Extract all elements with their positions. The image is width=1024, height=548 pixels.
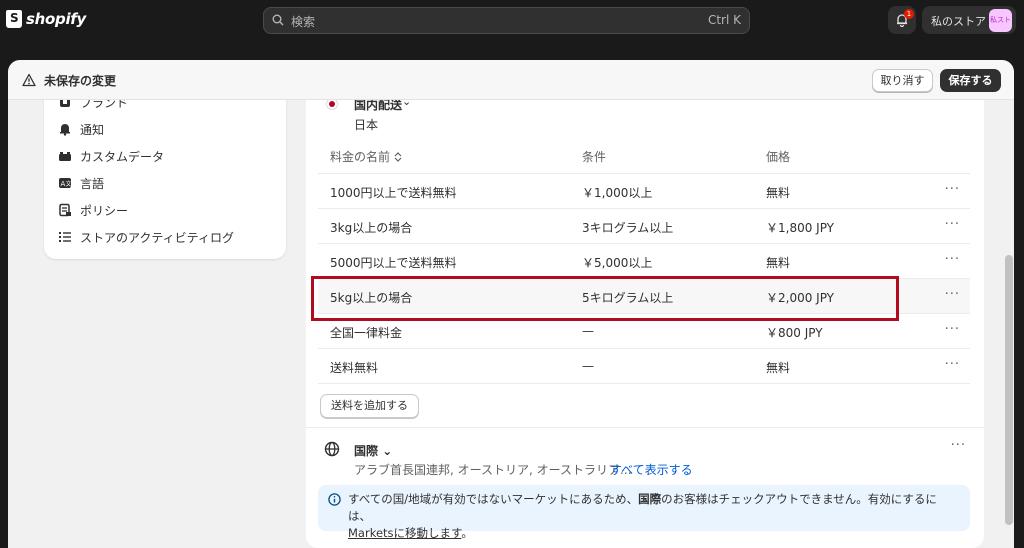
domestic-zone-country: 日本 [354,118,379,132]
notifications-button[interactable]: 1 [888,6,916,34]
search-shortcut: Ctrl K [707,13,741,27]
settings-sidebar: ブランド 通知 カスタムデータ A文 言語 ポリシー ストアのアクティビティログ [44,88,286,259]
header-price: 価格 [766,150,791,164]
more-actions-icon[interactable]: ··· [945,252,960,267]
unsaved-changes-bar: 未保存の変更 取り消す 保存する [8,60,1014,100]
sidebar-item-label: ストアのアクティビティログ [80,230,234,245]
info-banner: すべての国/地域が有効ではないマーケットにあるため、国際のお客様はチェックアウト… [318,485,970,540]
table-row[interactable]: 3kg以上の場合 3キログラム以上 ￥1,800 JPY ··· [318,209,970,244]
rate-price: ￥800 JPY [766,326,823,340]
table-header: 料金の名前 条件 価格 [318,136,970,174]
rate-price: 無料 [766,256,791,270]
bell-icon [60,124,70,136]
discard-button[interactable]: 取り消す [872,69,933,92]
sidebar-item-label: カスタムデータ [80,149,165,164]
top-bar: shopify 検索 Ctrl K 1 私のストア 私スト [0,0,1024,44]
shopify-logo[interactable]: shopify [6,10,86,28]
sidebar-item-custom-data[interactable]: カスタムデータ [58,146,164,166]
table-row-highlighted[interactable]: 5kg以上の場合 5キログラム以上 ￥2,000 JPY ··· [318,279,970,314]
sort-icon [394,152,402,162]
save-button[interactable]: 保存する [940,69,1001,92]
shipping-rates-card: 国内配送 日本 料金の名前 条件 価格 1000円以上で送料無料 ￥1,000以… [306,88,984,548]
sidebar-item-label: 言語 [80,176,105,191]
chevron-down-icon: ⌄ [382,444,393,458]
rate-condition: ￥1,000以上 [582,186,653,200]
banner-text: すべての国/地域が有効ではないマーケットにあるため、国際のお客様はチェックアウト… [348,492,937,540]
custom-data-icon [59,152,71,161]
rate-condition: — [582,359,594,373]
rate-table: 料金の名前 条件 価格 1000円以上で送料無料 ￥1,000以上 無料 ···… [318,136,970,384]
rate-condition: ￥5,000以上 [582,256,653,270]
search-placeholder: 検索 [291,15,316,29]
globe-icon [324,441,340,457]
shopify-bag-icon [6,10,22,28]
rate-price: 無料 [766,361,791,375]
rate-name: 5000円以上で送料無料 [330,256,457,270]
warning-icon [22,73,36,87]
logo-text: shopify [26,10,86,28]
more-actions-icon[interactable]: ··· [945,287,960,302]
table-row[interactable]: 送料無料 — 無料 ··· [318,349,970,384]
international-countries: アラブ首長国連邦, オーストリア, オーストラリア... [354,463,632,477]
search-input[interactable]: 検索 Ctrl K [263,7,750,34]
rate-price: ￥2,000 JPY [766,291,835,305]
banner-bold: 国際 [638,492,662,506]
store-avatar: 私スト [989,9,1012,32]
show-all-link[interactable]: すべて表示する [610,461,693,478]
list-icon [59,232,71,242]
store-name: 私のストア [931,15,986,28]
rate-name: 全国一律料金 [330,326,403,340]
table-row[interactable]: 1000円以上で送料無料 ￥1,000以上 無料 ··· [318,174,970,209]
rate-price: ￥1,800 JPY [766,221,835,235]
scrollbar-thumb[interactable] [1005,255,1013,525]
add-rate-button[interactable]: 送料を追加する [320,394,419,418]
rate-price: 無料 [766,186,791,200]
divider [306,427,984,428]
info-icon [328,493,341,506]
sidebar-item-languages[interactable]: A文 言語 [58,173,104,193]
rate-condition: 3キログラム以上 [582,221,674,235]
header-rate-name[interactable]: 料金の名前 [330,148,402,165]
international-zone-title[interactable]: 国際 ⌄ [354,442,392,459]
rate-name: 送料無料 [330,361,379,375]
sidebar-item-activity-log[interactable]: ストアのアクティビティログ [58,227,234,247]
search-icon [272,14,284,26]
svg-text:文: 文 [66,180,72,188]
store-menu-button[interactable]: 私のストア 私スト [922,6,1016,34]
sidebar-item-label: ポリシー [80,203,129,218]
table-row[interactable]: 全国一律料金 — ￥800 JPY ··· [318,314,970,349]
rate-name: 1000円以上で送料無料 [330,186,457,200]
markets-link[interactable]: Marketsに移動します [348,526,461,540]
rate-name: 3kg以上の場合 [330,221,413,235]
more-actions-icon[interactable]: ··· [945,357,960,372]
more-actions-icon[interactable]: ··· [945,217,960,232]
more-actions-icon[interactable]: ··· [945,182,960,197]
table-row[interactable]: 5000円以上で送料無料 ￥5,000以上 無料 ··· [318,244,970,279]
main-panel: 未保存の変更 取り消す 保存する ブランド 通知 カスタムデータ A文 言語 ポ… [8,60,1014,548]
sidebar-item-label: 通知 [80,122,105,137]
more-actions-icon[interactable]: ··· [945,322,960,337]
notification-badge: 1 [904,9,914,19]
header-condition: 条件 [582,150,607,164]
rate-name: 5kg以上の場合 [330,291,413,305]
policy-icon [59,203,71,217]
rate-condition: 5キログラム以上 [582,291,674,305]
sidebar-item-policies[interactable]: ポリシー [58,200,128,220]
unsaved-title: 未保存の変更 [44,74,117,88]
rate-condition: — [582,324,594,338]
sidebar-item-notifications[interactable]: 通知 [58,119,104,139]
more-actions-icon[interactable]: ··· [951,438,966,453]
language-icon: A文 [59,178,72,188]
